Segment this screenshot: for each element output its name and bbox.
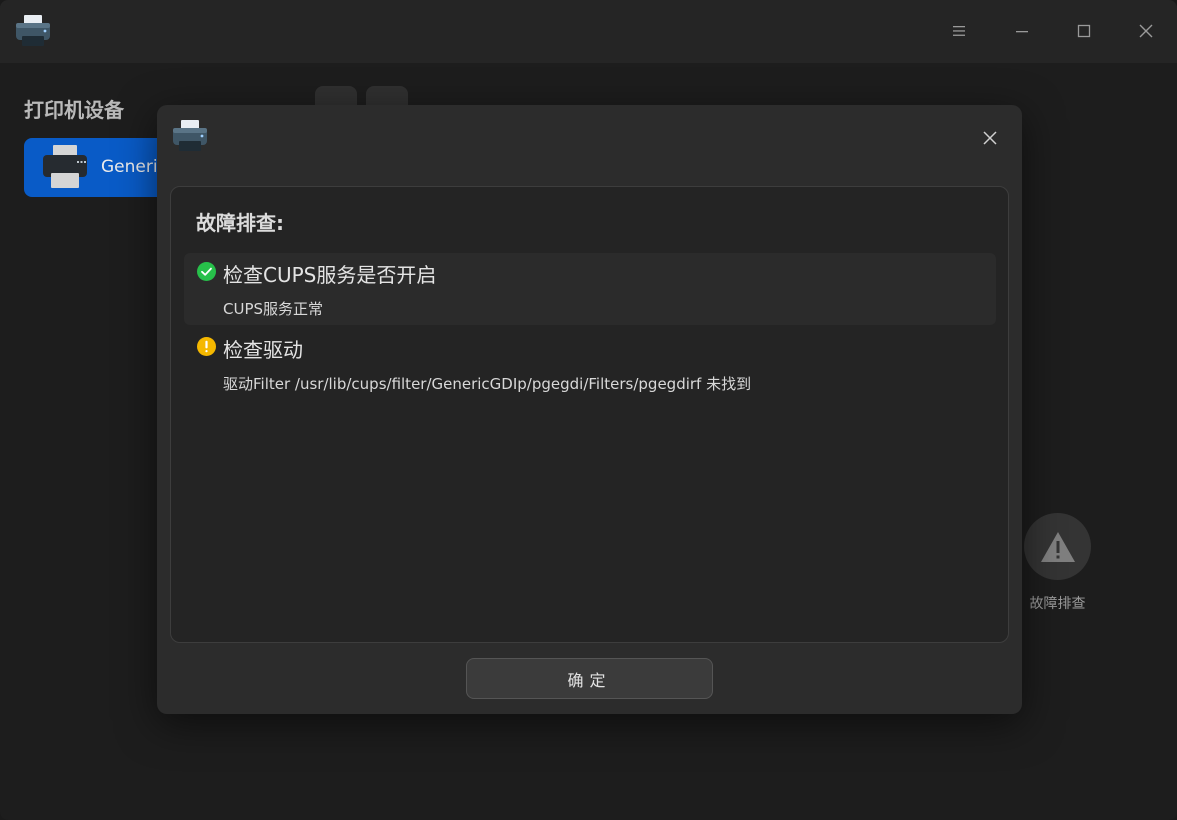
success-check-icon [197, 262, 216, 281]
main-window: 打印机设备 Generic 故障排查 故障排查: 检查CUPS服务是否开启 CU… [0, 0, 1177, 820]
warning-exclamation-icon [197, 337, 216, 356]
hamburger-icon [953, 26, 965, 36]
check-title: 检查驱动 [223, 338, 303, 362]
dialog-close-button[interactable] [975, 123, 1005, 153]
maximize-icon [1077, 24, 1091, 38]
close-window-button[interactable] [1131, 16, 1161, 46]
close-icon [1139, 24, 1153, 38]
check-detail: 驱动Filter /usr/lib/cups/filter/GenericGDI… [223, 375, 752, 393]
minimize-icon [1016, 31, 1028, 33]
minimize-button[interactable] [1007, 16, 1037, 46]
maximize-button[interactable] [1069, 16, 1099, 46]
menu-button[interactable] [944, 16, 974, 46]
title-bar [0, 0, 1177, 63]
troubleshoot-dialog: 故障排查: 检查CUPS服务是否开启 CUPS服务正常 检查驱动 驱动Filte… [157, 105, 1022, 714]
close-icon [983, 131, 997, 145]
ok-button[interactable]: 确定 [466, 658, 713, 699]
printer-app-icon [16, 15, 50, 46]
check-item-cups: 检查CUPS服务是否开启 CUPS服务正常 [184, 253, 996, 325]
check-detail: CUPS服务正常 [223, 300, 324, 318]
check-title: 检查CUPS服务是否开启 [223, 263, 437, 287]
check-item-driver: 检查驱动 驱动Filter /usr/lib/cups/filter/Gener… [184, 328, 996, 400]
printer-app-icon [173, 120, 207, 151]
dialog-heading: 故障排查: [196, 211, 284, 235]
troubleshoot-results-panel: 故障排查: 检查CUPS服务是否开启 CUPS服务正常 检查驱动 驱动Filte… [170, 186, 1009, 643]
